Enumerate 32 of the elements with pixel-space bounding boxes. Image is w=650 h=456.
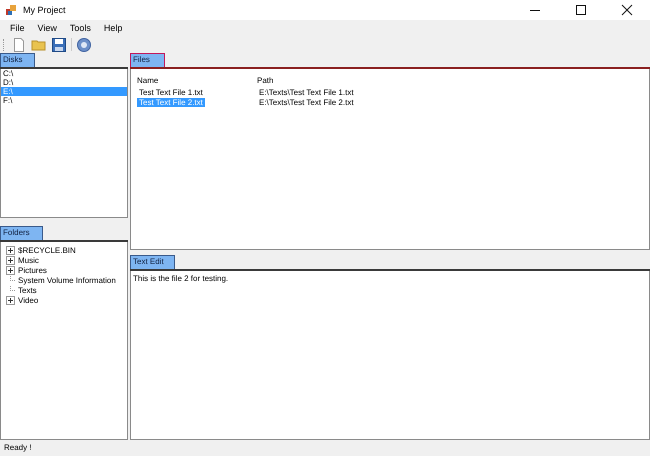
list-item[interactable]: D:\ <box>1 78 127 87</box>
expand-icon[interactable] <box>6 296 15 304</box>
file-path: E:\Texts\Test Text File 1.txt <box>258 88 355 96</box>
tab[interactable]: Files <box>130 53 165 67</box>
tab[interactable]: Disks <box>0 53 35 67</box>
tree-item[interactable]: Pictures <box>18 266 47 274</box>
app-icon <box>5 4 17 16</box>
menu-item[interactable]: Tools <box>64 23 98 33</box>
menu-item[interactable]: File <box>4 23 32 33</box>
status-text: Ready ! <box>3 442 33 454</box>
tree-item[interactable]: Video <box>18 296 38 304</box>
help-icon[interactable] <box>76 36 92 52</box>
expand-icon[interactable] <box>6 246 15 254</box>
tree-item[interactable]: System Volume Information <box>18 276 116 284</box>
tree-item[interactable]: Music <box>18 256 39 264</box>
text-field[interactable]: This is the file 2 for testing. <box>130 271 650 440</box>
window-title: My Project <box>23 5 66 15</box>
document-icon[interactable] <box>11 36 27 52</box>
list-item[interactable]: F:\ <box>1 96 127 105</box>
tree-item[interactable]: $RECYCLE.BIN <box>18 246 76 254</box>
file-path: E:\Texts\Test Text File 2.txt <box>258 98 355 106</box>
list-item[interactable]: C:\ <box>1 69 127 78</box>
column-header[interactable]: Path <box>255 76 375 85</box>
menu-item[interactable]: Help <box>98 23 130 33</box>
tree-item[interactable]: Texts <box>18 286 37 294</box>
menu-item[interactable]: View <box>32 23 64 33</box>
tab[interactable]: Folders <box>0 226 43 240</box>
column-header[interactable]: Name <box>135 76 255 85</box>
expand-icon[interactable] <box>6 266 15 274</box>
expand-icon[interactable] <box>6 256 15 264</box>
file-name[interactable]: Test Text File 1.txt <box>137 88 205 96</box>
tab[interactable]: Text Edit <box>130 255 175 269</box>
